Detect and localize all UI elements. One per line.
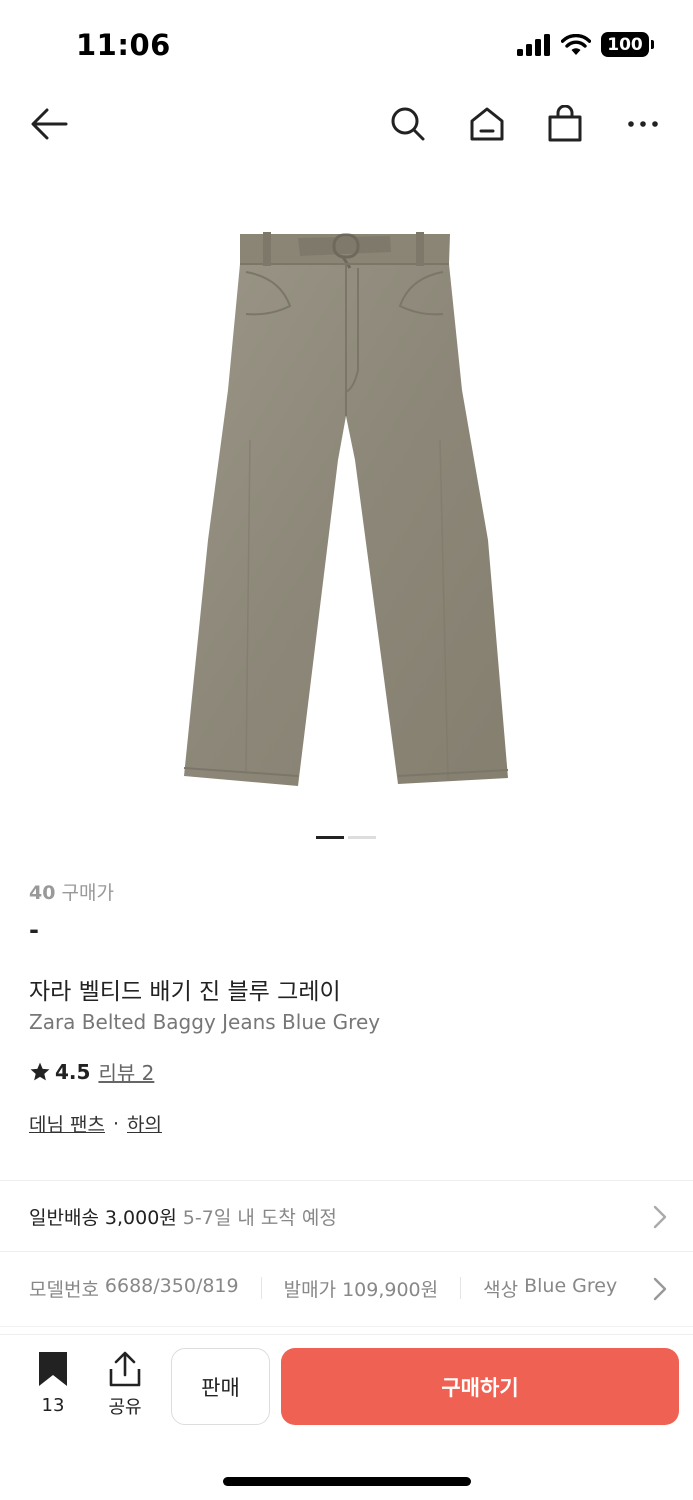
product-specs-row[interactable]: 모델번호 6688/350/819 발매가 109,900원 색상 Blue G…: [0, 1252, 693, 1324]
rating-score: 4.5: [55, 1059, 91, 1084]
bookmark-button[interactable]: 13: [30, 1351, 76, 1416]
back-arrow-icon: [31, 108, 68, 140]
home-indicator: [223, 1477, 471, 1486]
category-breadcrumb: 데님 팬츠 · 하의: [29, 1110, 162, 1137]
buyer-count: 40: [29, 882, 56, 904]
star-icon: [30, 1062, 50, 1080]
category-separator: ·: [112, 1112, 120, 1135]
product-title-ko: 자라 벨티드 배기 진 블루 그레이: [29, 979, 341, 1005]
shopping-bag-button[interactable]: [541, 100, 589, 148]
buy-button[interactable]: 구매하기: [281, 1348, 679, 1425]
pager-indicator: [348, 836, 376, 839]
spec-label: 발매가: [283, 1278, 337, 1301]
bookmark-count: 13: [41, 1395, 65, 1416]
spec-label: 색상: [483, 1278, 519, 1301]
top-nav-bar: [0, 90, 693, 156]
spec-color: 색상 Blue Grey: [483, 1275, 617, 1302]
sell-button[interactable]: 판매: [171, 1348, 270, 1425]
spec-release-price: 발매가 109,900원: [284, 1275, 439, 1302]
bottom-action-bar: 13 공유 판매 구매하기: [0, 1334, 693, 1444]
share-icon: [109, 1351, 141, 1387]
category-link-primary[interactable]: 데님 팬츠: [29, 1110, 105, 1137]
rating-row: 4.5 리뷰 2: [29, 1057, 154, 1086]
shipping-eta: 5-7일 내 도착 예정: [182, 1206, 337, 1229]
divider: [0, 1326, 693, 1327]
wifi-icon: [561, 33, 591, 55]
product-price: -: [29, 916, 39, 944]
buyer-count-row: 40 구매가: [29, 878, 114, 905]
status-time: 11:06: [76, 28, 171, 62]
spec-separator: [460, 1277, 462, 1299]
home-icon: [470, 107, 504, 141]
status-bar: 11:06 100: [0, 0, 693, 90]
spec-value: Blue Grey: [524, 1274, 618, 1297]
search-icon: [391, 107, 425, 141]
category-link-secondary[interactable]: 하의: [127, 1110, 162, 1137]
shipping-type: 일반배송: [29, 1206, 99, 1229]
shipping-fee: 3,000원: [104, 1206, 177, 1229]
more-options-button[interactable]: [619, 100, 667, 148]
pager-indicator-active: [316, 836, 344, 839]
back-button[interactable]: [25, 100, 73, 148]
product-title-en: Zara Belted Baggy Jeans Blue Grey: [29, 1010, 381, 1034]
shopping-bag-icon: [548, 105, 582, 142]
search-button[interactable]: [384, 100, 432, 148]
image-pager: [316, 836, 376, 839]
share-button[interactable]: 공유: [100, 1351, 150, 1419]
bookmark-icon: [39, 1352, 67, 1386]
buyer-count-label: 구매가: [61, 882, 114, 904]
chevron-right-icon: [653, 1205, 667, 1229]
spec-separator: [260, 1277, 262, 1299]
more-horizontal-icon: [628, 121, 658, 127]
status-icons: 100: [517, 32, 654, 57]
spec-label: 모델번호: [29, 1278, 99, 1301]
product-image[interactable]: [150, 220, 543, 800]
battery-indicator: 100: [601, 32, 654, 57]
share-label: 공유: [108, 1397, 142, 1418]
review-link[interactable]: 리뷰 2: [98, 1057, 154, 1086]
home-button[interactable]: [463, 100, 511, 148]
shipping-row[interactable]: 일반배송 3,000원 5-7일 내 도착 예정: [0, 1181, 693, 1251]
chevron-right-icon: [653, 1277, 667, 1301]
spec-value: 6688/350/819: [104, 1274, 239, 1297]
spec-value: 109,900원: [342, 1278, 439, 1301]
spec-model-number: 모델번호 6688/350/819: [29, 1275, 239, 1302]
baggy-jeans-illustration: [183, 232, 509, 786]
cellular-signal-icon: [517, 33, 550, 56]
